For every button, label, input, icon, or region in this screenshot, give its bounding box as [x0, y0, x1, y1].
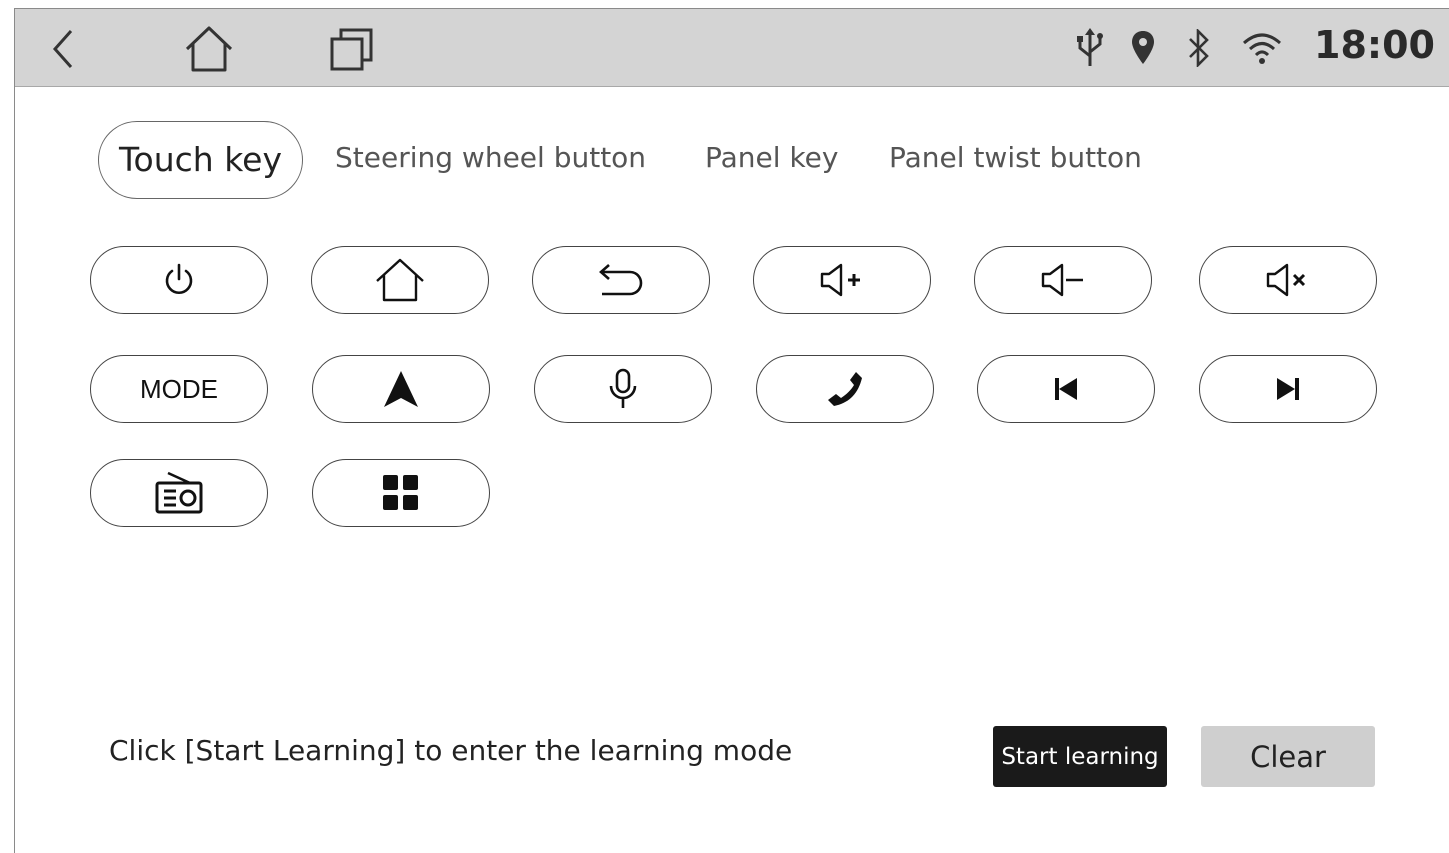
- previous-track-key[interactable]: [977, 355, 1155, 423]
- apps-key[interactable]: [312, 459, 490, 527]
- tab-panel-twist-button[interactable]: Panel twist button: [889, 141, 1142, 174]
- navigation-icon: [381, 369, 421, 409]
- power-key[interactable]: [90, 246, 268, 314]
- apps-grid-icon: [381, 473, 421, 513]
- tab-steering-wheel-button[interactable]: Steering wheel button: [335, 141, 646, 174]
- tab-panel-key[interactable]: Panel key: [705, 141, 838, 174]
- microphone-icon: [608, 368, 638, 410]
- phone-key[interactable]: [756, 355, 934, 423]
- tab-touch-key[interactable]: Touch key: [98, 121, 303, 199]
- phone-icon: [825, 369, 865, 409]
- wifi-icon: [1240, 28, 1284, 68]
- bluetooth-icon: [1183, 26, 1215, 70]
- voice-key[interactable]: [534, 355, 712, 423]
- next-track-key[interactable]: [1199, 355, 1377, 423]
- next-track-icon: [1275, 376, 1301, 402]
- back-icon[interactable]: [45, 27, 81, 71]
- power-icon: [162, 262, 196, 298]
- volume-up-icon: [819, 262, 865, 298]
- learning-hint: Click [Start Learning] to enter the lear…: [109, 734, 793, 767]
- radio-icon: [154, 471, 204, 515]
- previous-track-icon: [1053, 376, 1079, 402]
- clear-button[interactable]: Clear: [1201, 726, 1375, 787]
- mute-key[interactable]: [1199, 246, 1377, 314]
- back-key[interactable]: [532, 246, 710, 314]
- radio-key[interactable]: [90, 459, 268, 527]
- status-bar: 18:00: [15, 9, 1449, 87]
- usb-icon: [1072, 26, 1108, 70]
- location-icon: [1127, 26, 1159, 70]
- recent-apps-icon[interactable]: [328, 25, 376, 73]
- volume-up-key[interactable]: [753, 246, 931, 314]
- home-icon[interactable]: [181, 23, 237, 75]
- back-arrow-icon: [596, 262, 646, 298]
- mode-key[interactable]: MODE: [90, 355, 268, 423]
- navigation-key[interactable]: [312, 355, 490, 423]
- start-learning-button[interactable]: Start learning: [993, 726, 1167, 787]
- home-icon: [374, 258, 426, 302]
- volume-down-key[interactable]: [974, 246, 1152, 314]
- mute-icon: [1265, 262, 1311, 298]
- volume-down-icon: [1040, 262, 1086, 298]
- home-key[interactable]: [311, 246, 489, 314]
- clock: 18:00: [1314, 23, 1435, 67]
- mode-label: MODE: [140, 373, 218, 404]
